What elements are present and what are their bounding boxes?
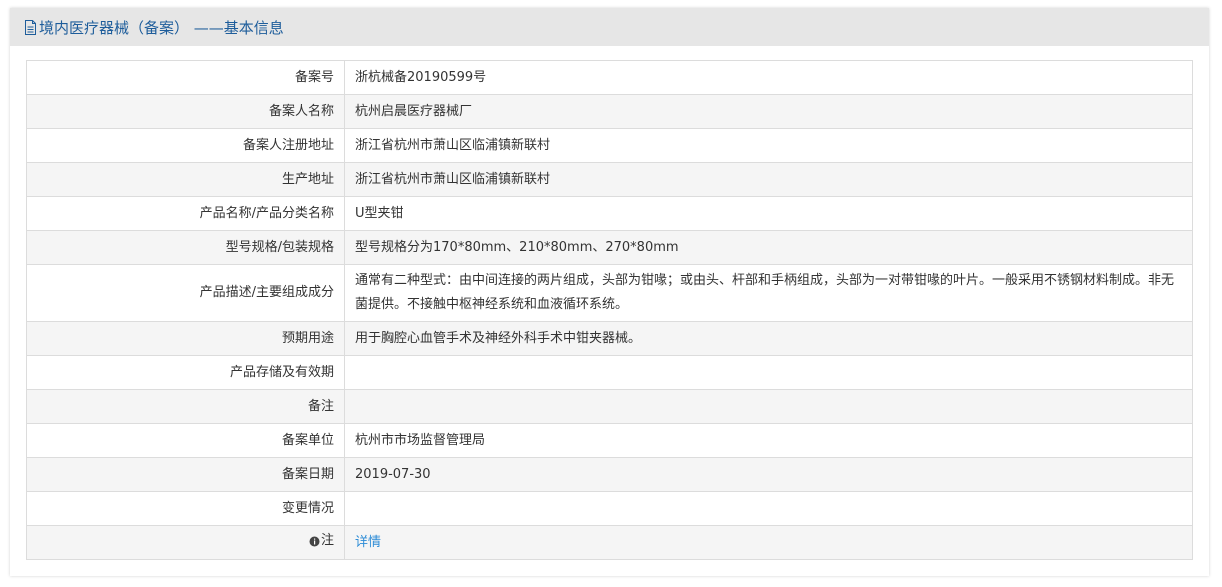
table-row: 产品名称/产品分类名称 U型夹钳 bbox=[26, 196, 1193, 231]
field-value: 杭州市市场监督管理局 bbox=[344, 423, 1193, 458]
table-row: 变更情况 bbox=[26, 491, 1193, 526]
note-value-cell: 详情 bbox=[344, 525, 1193, 560]
panel-header: 境内医疗器械（备案） ——基本信息 bbox=[10, 8, 1209, 46]
field-value bbox=[344, 491, 1193, 526]
field-value: 通常有二种型式：由中间连接的两片组成，头部为钳喙；或由头、杆部和手柄组成，头部为… bbox=[344, 264, 1193, 322]
field-label: 备案人名称 bbox=[26, 94, 345, 129]
table-row: 备案单位 杭州市市场监督管理局 bbox=[26, 423, 1193, 458]
table-row: 备案人名称 杭州启晨医疗器械厂 bbox=[26, 94, 1193, 129]
field-value: 浙江省杭州市萧山区临浦镇新联村 bbox=[344, 162, 1193, 197]
table-row: 产品存储及有效期 bbox=[26, 355, 1193, 390]
field-value: 2019-07-30 bbox=[344, 457, 1193, 492]
field-value bbox=[344, 355, 1193, 390]
note-label: 注 bbox=[309, 529, 334, 553]
table-row: 生产地址 浙江省杭州市萧山区临浦镇新联村 bbox=[26, 162, 1193, 197]
field-label: 备案日期 bbox=[26, 457, 345, 492]
note-label-cell: 注 bbox=[26, 525, 345, 560]
table-row: 型号规格/包装规格 型号规格分为170*80mm、210*80mm、270*80… bbox=[26, 230, 1193, 265]
field-label: 产品存储及有效期 bbox=[26, 355, 345, 390]
field-value: U型夹钳 bbox=[344, 196, 1193, 231]
info-table: 备案号 浙杭械备20190599号 备案人名称 杭州启晨医疗器械厂 备案人注册地… bbox=[26, 60, 1193, 560]
field-label: 产品描述/主要组成成分 bbox=[26, 264, 345, 322]
field-value bbox=[344, 389, 1193, 424]
document-icon bbox=[24, 19, 37, 35]
field-label: 备案号 bbox=[26, 60, 345, 95]
table-row: 预期用途 用于胸腔心血管手术及神经外科手术中钳夹器械。 bbox=[26, 321, 1193, 356]
details-link[interactable]: 详情 bbox=[355, 535, 381, 550]
page-title: 境内医疗器械（备案） ——基本信息 bbox=[39, 18, 284, 37]
table-row: 产品描述/主要组成成分 通常有二种型式：由中间连接的两片组成，头部为钳喙；或由头… bbox=[26, 264, 1193, 322]
info-icon bbox=[309, 536, 320, 547]
field-label: 生产地址 bbox=[26, 162, 345, 197]
table-row: 备案人注册地址 浙江省杭州市萧山区临浦镇新联村 bbox=[26, 128, 1193, 163]
field-label: 备注 bbox=[26, 389, 345, 424]
field-label: 变更情况 bbox=[26, 491, 345, 526]
field-label: 产品名称/产品分类名称 bbox=[26, 196, 345, 231]
table-row: 注 详情 bbox=[26, 525, 1193, 560]
table-row: 备案号 浙杭械备20190599号 bbox=[26, 60, 1193, 95]
field-value: 型号规格分为170*80mm、210*80mm、270*80mm bbox=[344, 230, 1193, 265]
field-label: 备案人注册地址 bbox=[26, 128, 345, 163]
field-value: 浙杭械备20190599号 bbox=[344, 60, 1193, 95]
field-value: 用于胸腔心血管手术及神经外科手术中钳夹器械。 bbox=[344, 321, 1193, 356]
field-label: 型号规格/包装规格 bbox=[26, 230, 345, 265]
field-value: 杭州启晨医疗器械厂 bbox=[344, 94, 1193, 129]
field-label: 备案单位 bbox=[26, 423, 345, 458]
note-label-text: 注 bbox=[320, 533, 334, 549]
table-row: 备案日期 2019-07-30 bbox=[26, 457, 1193, 492]
table-row: 备注 bbox=[26, 389, 1193, 424]
field-value: 浙江省杭州市萧山区临浦镇新联村 bbox=[344, 128, 1193, 163]
basic-info-panel: 境内医疗器械（备案） ——基本信息 备案号 浙杭械备20190599号 备案人名… bbox=[10, 8, 1209, 576]
field-label: 预期用途 bbox=[26, 321, 345, 356]
